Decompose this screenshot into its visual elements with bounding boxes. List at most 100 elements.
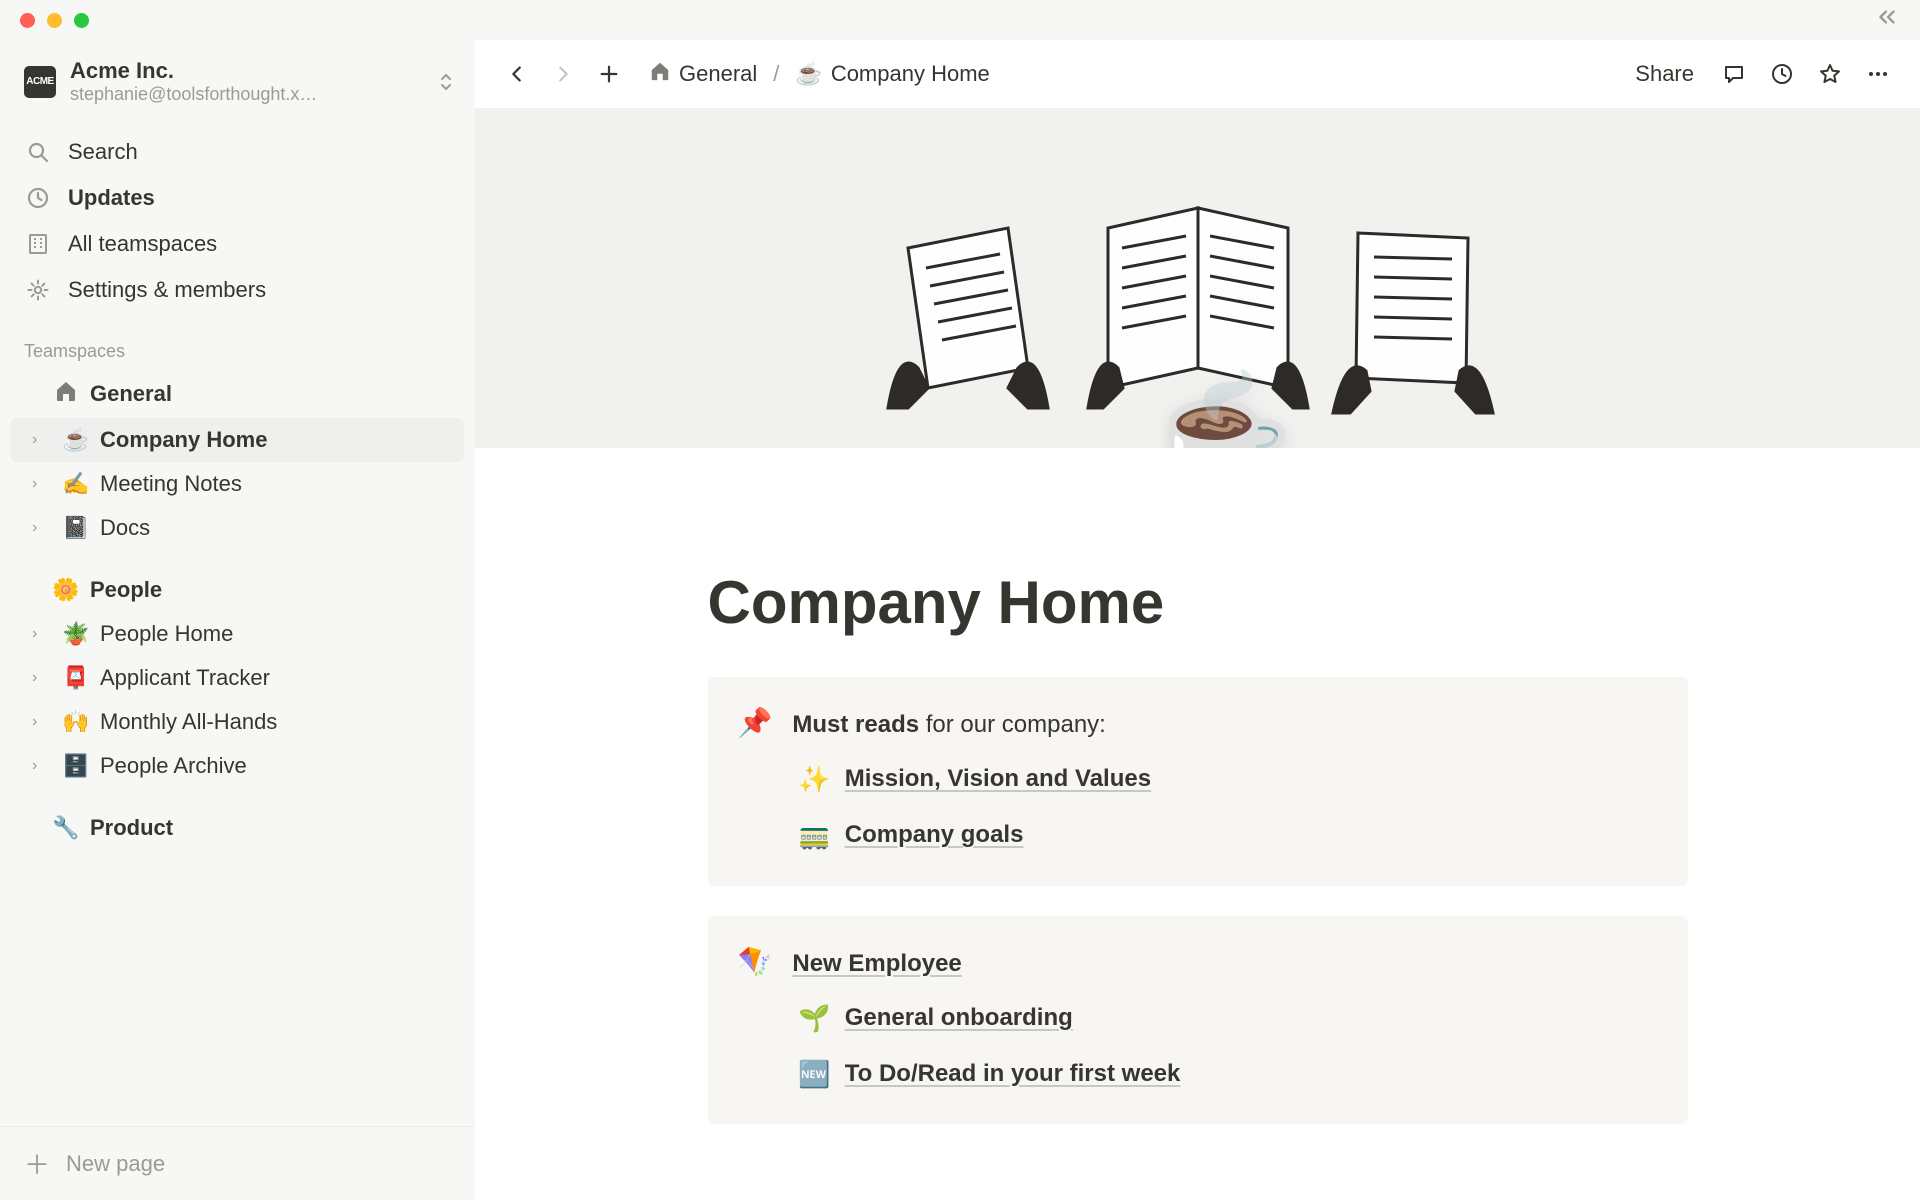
workspace-switcher[interactable]: ACME Acme Inc. stephanie@toolsforthought… [0, 40, 474, 123]
page-emoji-icon: 📮 [62, 665, 90, 691]
workspace-name: Acme Inc. [70, 58, 424, 84]
callout-heading: New Employee [792, 942, 1657, 986]
workspace-badge: ACME [24, 66, 56, 98]
more-button[interactable] [1858, 54, 1898, 94]
breadcrumb-page[interactable]: ☕ Company Home [789, 57, 995, 91]
sidebar-item-docs[interactable]: › 📓 Docs [10, 506, 464, 550]
callout-block[interactable]: 📌 Must reads for our company: ✨ Mission, Vi… [708, 677, 1688, 886]
sidebar-all-teamspaces[interactable]: All teamspaces [10, 221, 464, 267]
sidebar: ACME Acme Inc. stephanie@toolsforthought… [0, 40, 475, 1200]
page-emoji-icon: ✍️ [62, 471, 90, 497]
traffic-lights [20, 13, 89, 28]
page-emoji-icon: 📓 [62, 515, 90, 541]
chevron-right-icon[interactable]: › [32, 625, 52, 643]
page-emoji-icon: ☕ [62, 427, 90, 453]
workspace-email: stephanie@toolsforthought.x… [70, 84, 424, 105]
page-link[interactable]: To Do/Read in your first week [845, 1052, 1181, 1096]
page-emoji-icon: 🌼 [52, 577, 80, 603]
new-page-button[interactable]: ＋ New page [0, 1127, 474, 1200]
page-link[interactable]: Company goals [845, 813, 1024, 857]
callout-heading-link[interactable]: New Employee [792, 950, 961, 977]
updates-button[interactable] [1762, 54, 1802, 94]
page-icon[interactable]: ☕ [1145, 368, 1294, 448]
sidebar-item-label: Monthly All-Hands [100, 709, 452, 735]
sidebar-settings-label: Settings & members [68, 277, 266, 303]
callout-link-row: ✨ Mission, Vision and Values [798, 755, 1657, 803]
expand-chevrons-icon [438, 72, 454, 92]
breadcrumb-root[interactable]: General [643, 56, 763, 92]
plus-icon [598, 63, 620, 85]
sidebar-item-applicant-tracker[interactable]: › 📮 Applicant Tracker [10, 656, 464, 700]
sidebar-settings[interactable]: Settings & members [10, 267, 464, 313]
search-icon [24, 140, 52, 164]
window-titlebar [0, 0, 1920, 40]
sidebar-all-teamspaces-label: All teamspaces [68, 231, 217, 257]
share-button[interactable]: Share [1623, 55, 1706, 93]
sidebar-search-label: Search [68, 139, 138, 165]
sidebar-item-meeting-notes[interactable]: › ✍️ Meeting Notes [10, 462, 464, 506]
link-emoji-icon: 🚃 [798, 811, 830, 859]
favorite-button[interactable] [1810, 54, 1850, 94]
new-tab-button[interactable] [589, 54, 629, 94]
topbar: General / ☕ Company Home Share [475, 40, 1920, 108]
clock-icon [1770, 62, 1794, 86]
teamspaces-section-header: Teamspaces [0, 319, 474, 370]
sidebar-search[interactable]: Search [10, 129, 464, 175]
home-icon [52, 379, 80, 409]
sidebar-item-people-archive[interactable]: › 🗄️ People Archive [10, 744, 464, 788]
sidebar-updates[interactable]: Updates [10, 175, 464, 221]
sidebar-item-people-home[interactable]: › 🪴 People Home [10, 612, 464, 656]
forward-button[interactable] [543, 54, 583, 94]
page-emoji-icon: 🔧 [52, 815, 80, 841]
chevron-right-icon[interactable]: › [32, 431, 52, 449]
callout-link-row: 🌱 General onboarding [798, 994, 1657, 1042]
maximize-window-button[interactable] [74, 13, 89, 28]
link-emoji-icon: ✨ [798, 755, 830, 803]
close-window-button[interactable] [20, 13, 35, 28]
breadcrumb: General / ☕ Company Home [643, 56, 996, 92]
sidebar-item-label: Meeting Notes [100, 471, 452, 497]
chevron-right-icon[interactable]: › [32, 519, 52, 537]
home-icon [649, 60, 671, 88]
page-emoji-icon: 🪴 [62, 621, 90, 647]
callout-link-row: 🆕To Do/Read in your first week [798, 1050, 1657, 1098]
plus-icon: ＋ [24, 1145, 50, 1182]
link-emoji-icon: 🌱 [798, 994, 830, 1042]
sidebar-updates-label: Updates [68, 185, 155, 211]
sidebar-item-label: Product [90, 815, 452, 841]
callout-link-row: 🚃 Company goals [798, 811, 1657, 859]
callout-heading: Must reads for our company: [792, 703, 1657, 747]
page-cover[interactable]: ☕ [475, 108, 1920, 448]
chevron-right-icon[interactable]: › [32, 757, 52, 775]
back-button[interactable] [497, 54, 537, 94]
sidebar-item-label: People [90, 577, 452, 603]
sidebar-item-general[interactable]: General [10, 370, 464, 418]
page-link[interactable]: Mission, Vision and Values [845, 757, 1151, 801]
sidebar-item-label: Applicant Tracker [100, 665, 452, 691]
sidebar-item-product[interactable]: 🔧 Product [10, 806, 464, 850]
comments-button[interactable] [1714, 54, 1754, 94]
sidebar-item-company-home[interactable]: › ☕ Company Home [10, 418, 464, 462]
sidebar-item-monthly-all-hands[interactable]: › 🙌 Monthly All-Hands [10, 700, 464, 744]
sidebar-item-label: Docs [100, 515, 452, 541]
callout-block[interactable]: 🪁New Employee🌱General onboarding🆕To Do/R… [708, 916, 1688, 1125]
sidebar-item-people[interactable]: 🌼 People [10, 568, 464, 612]
star-icon [1818, 62, 1842, 86]
chevron-right-icon[interactable]: › [32, 475, 52, 493]
minimize-window-button[interactable] [47, 13, 62, 28]
sidebar-item-label: General [90, 381, 452, 407]
sidebar-item-label: People Archive [100, 753, 452, 779]
page-emoji-icon: 🗄️ [62, 753, 90, 779]
main-content: General / ☕ Company Home Share [475, 40, 1920, 1200]
chevron-right-icon[interactable]: › [32, 669, 52, 687]
page-link[interactable]: General onboarding [845, 996, 1073, 1040]
clock-icon [24, 186, 52, 210]
sidebar-item-label: People Home [100, 621, 452, 647]
chevron-right-icon[interactable]: › [32, 713, 52, 731]
building-icon [24, 232, 52, 256]
callout-emoji-icon: 📌 [738, 703, 773, 860]
collapse-sidebar-button[interactable] [1874, 4, 1900, 37]
speech-bubble-icon [1722, 62, 1746, 86]
double-chevron-left-icon [1874, 4, 1900, 30]
page-title[interactable]: Company Home [708, 568, 1688, 637]
